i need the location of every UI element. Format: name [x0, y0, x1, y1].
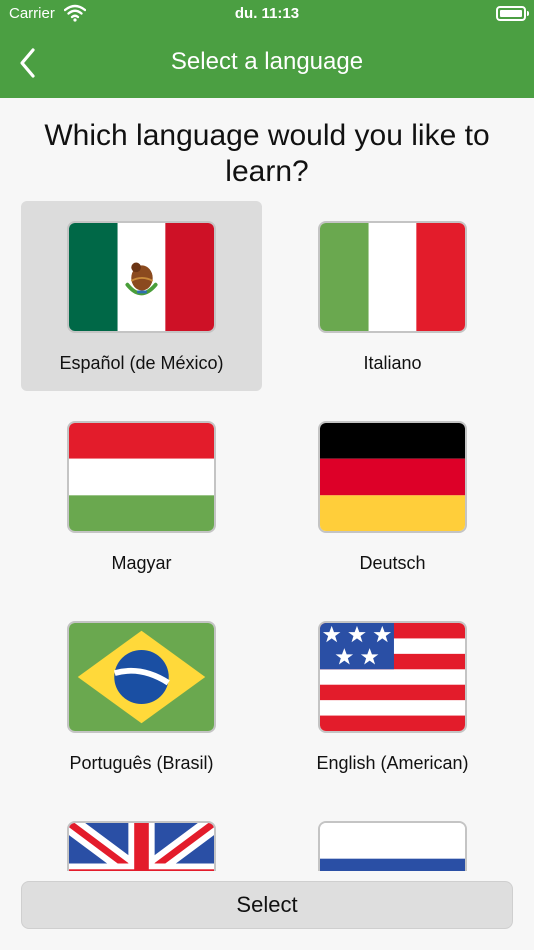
language-option-hungarian[interactable]: Magyar — [21, 401, 262, 591]
clock: du. 11:13 — [234, 5, 300, 22]
language-label: Português (Brasil) — [69, 753, 214, 773]
language-option-spanish[interactable]: Español (de México) — [21, 201, 262, 391]
status-bar: Carrier du. 11:13 — [0, 0, 534, 28]
page-title: Select a language — [170, 48, 364, 75]
language-grid: Español (de México) Italiano Magyar Deut… — [0, 201, 534, 871]
uk-flag-icon — [67, 821, 216, 871]
language-option-portuguese[interactable]: Português (Brasil) — [21, 601, 262, 791]
germany-flag-icon — [318, 421, 467, 533]
usa-flag-icon — [318, 621, 467, 733]
battery-icon — [496, 6, 529, 21]
brazil-flag-icon — [67, 621, 216, 733]
language-label: Magyar — [111, 553, 172, 573]
language-label: Italiano — [363, 353, 422, 373]
language-label: Español (de México) — [59, 353, 224, 373]
language-label: Deutsch — [359, 553, 426, 573]
netherlands-flag-icon — [318, 821, 467, 871]
mexico-flag-icon — [67, 221, 216, 333]
language-option-english-us[interactable]: English (American) — [272, 601, 513, 791]
language-option-german[interactable]: Deutsch — [272, 401, 513, 591]
language-label: English (American) — [316, 753, 469, 773]
language-option-italian[interactable]: Italiano — [272, 201, 513, 391]
question-heading: Which language would you like to learn? — [44, 119, 490, 188]
select-button[interactable]: Select — [21, 881, 513, 929]
language-option-english-uk[interactable] — [21, 801, 262, 871]
italy-flag-icon — [318, 221, 467, 333]
hungary-flag-icon — [67, 421, 216, 533]
language-option-dutch[interactable] — [272, 801, 513, 871]
navigation-bar: Carrier du. 11:13 Select a language — [0, 0, 534, 98]
